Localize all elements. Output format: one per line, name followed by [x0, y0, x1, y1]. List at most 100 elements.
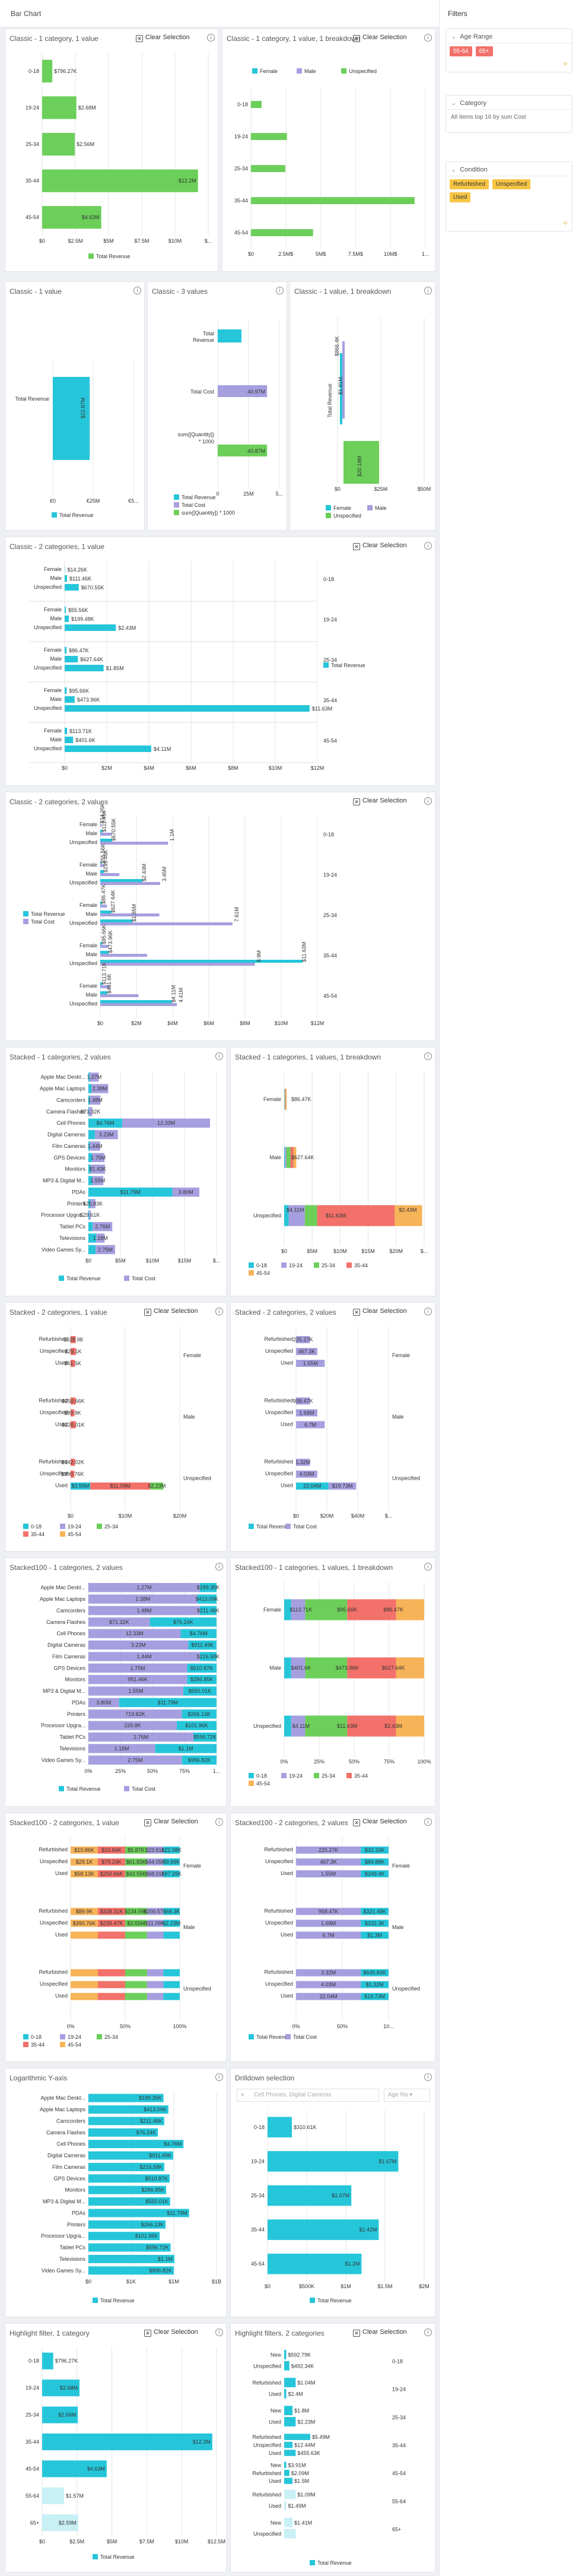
chip-condition-0[interactable]: Refurbished — [450, 179, 489, 189]
bar[interactable] — [42, 133, 75, 156]
bar[interactable] — [125, 1981, 147, 1988]
filter-condition[interactable]: ⌄ Condition Refurbished Unspecified Used ✧ — [446, 161, 572, 231]
legend-swatch[interactable] — [285, 2034, 291, 2039]
chip-age-0[interactable]: 55-64 — [450, 46, 472, 56]
chip-age-1[interactable]: 65+ — [476, 46, 493, 56]
bar[interactable] — [100, 905, 107, 908]
bar[interactable] — [163, 1969, 180, 1977]
bar[interactable] — [284, 2450, 295, 2456]
bar[interactable] — [286, 1089, 287, 1109]
bar[interactable] — [251, 165, 285, 172]
bar[interactable] — [284, 1715, 291, 1736]
bar[interactable] — [98, 1931, 125, 1939]
bar[interactable] — [100, 954, 147, 957]
legend-swatch[interactable] — [314, 1262, 319, 1268]
magic-wand-icon[interactable]: ✧ — [562, 60, 568, 68]
legend-swatch[interactable] — [249, 1270, 254, 1276]
bar[interactable] — [88, 1130, 95, 1139]
legend-swatch[interactable] — [124, 1786, 129, 1791]
bar[interactable] — [147, 1969, 164, 1977]
legend-swatch[interactable] — [297, 68, 302, 74]
filter-age-range[interactable]: ⌄ Age Range 55-64 65+ ✧ — [446, 28, 572, 72]
bar[interactable] — [284, 1147, 285, 1168]
legend-swatch[interactable] — [341, 68, 346, 74]
bar[interactable] — [100, 1000, 171, 1003]
legend-swatch[interactable] — [174, 494, 179, 500]
bar[interactable] — [251, 101, 262, 108]
bar[interactable] — [65, 728, 67, 734]
legend-swatch[interactable] — [60, 1531, 65, 1537]
legend-swatch[interactable] — [323, 662, 329, 668]
bar[interactable] — [88, 1245, 96, 1254]
bar[interactable] — [65, 665, 104, 671]
bar[interactable] — [100, 960, 303, 963]
legend-swatch[interactable] — [252, 68, 257, 74]
legend-swatch[interactable] — [97, 1524, 102, 1529]
legend-swatch[interactable] — [60, 2034, 65, 2039]
filter-category[interactable]: ⌄ Category All items top 16 by sum Cost — [446, 95, 572, 133]
bar[interactable] — [65, 616, 69, 622]
legend-swatch[interactable] — [60, 1524, 65, 1529]
legend-swatch[interactable] — [59, 1276, 64, 1281]
bar[interactable] — [163, 1993, 180, 2000]
bar[interactable] — [65, 696, 75, 703]
bar[interactable] — [147, 1981, 164, 1988]
legend-swatch[interactable] — [93, 2298, 98, 2303]
bar[interactable] — [71, 1993, 98, 2000]
bar[interactable] — [71, 1969, 98, 1977]
bar[interactable] — [147, 1993, 164, 2000]
drilldown-filter-input[interactable]: × Cell Phones, Digital Cameras — [237, 2089, 379, 2102]
bar[interactable] — [284, 2462, 287, 2468]
magic-wand-icon[interactable]: ✧ — [562, 219, 568, 227]
legend-swatch[interactable] — [281, 1262, 287, 1268]
chip-condition-1[interactable]: Unspecified — [492, 179, 530, 189]
bar[interactable] — [251, 197, 415, 204]
bar[interactable] — [100, 919, 132, 922]
bar[interactable] — [65, 705, 310, 712]
bar[interactable] — [284, 2490, 295, 2499]
bar[interactable] — [88, 1222, 93, 1231]
bar[interactable] — [100, 882, 160, 885]
legend-swatch[interactable] — [93, 2554, 98, 2559]
bar[interactable] — [284, 2501, 287, 2511]
legend-swatch[interactable] — [60, 2042, 65, 2047]
bar[interactable] — [65, 745, 151, 752]
legend-swatch[interactable] — [310, 2560, 315, 2565]
bar[interactable] — [65, 624, 116, 631]
bar[interactable] — [125, 1931, 147, 1939]
bar[interactable] — [100, 873, 119, 876]
bar[interactable] — [65, 687, 66, 694]
legend-swatch[interactable] — [52, 512, 57, 518]
close-icon[interactable]: × — [241, 2092, 244, 2098]
bar[interactable] — [285, 1147, 286, 1168]
legend-swatch[interactable] — [249, 1773, 254, 1778]
bar[interactable] — [147, 1931, 164, 1939]
legend-swatch[interactable] — [310, 2298, 315, 2303]
bar[interactable] — [65, 584, 79, 591]
bar[interactable] — [125, 1969, 147, 1977]
legend-swatch[interactable] — [23, 911, 28, 916]
bar[interactable] — [65, 607, 66, 613]
legend-swatch[interactable] — [124, 1276, 129, 1281]
bar[interactable] — [284, 2470, 290, 2476]
bar[interactable] — [284, 2434, 310, 2439]
bar[interactable] — [42, 2434, 212, 2450]
bar[interactable] — [125, 1993, 147, 2000]
bar[interactable] — [284, 2378, 295, 2387]
bar[interactable] — [285, 1089, 286, 1109]
legend-swatch[interactable] — [249, 1262, 254, 1268]
bar[interactable] — [98, 1981, 125, 1988]
chevron-icon[interactable]: ⌄ — [451, 100, 456, 107]
legend-swatch[interactable] — [174, 502, 179, 507]
chip-condition-2[interactable]: Used — [450, 192, 470, 202]
bar[interactable] — [284, 1657, 291, 1678]
bar[interactable] — [284, 2478, 292, 2484]
bar[interactable] — [100, 922, 233, 925]
drilldown-level-select[interactable]: Age Ra ▾ — [384, 2089, 430, 2102]
bar[interactable] — [284, 2518, 292, 2527]
bar[interactable] — [42, 96, 77, 119]
legend-swatch[interactable] — [88, 253, 94, 259]
legend-swatch[interactable] — [281, 1773, 287, 1778]
bar[interactable] — [284, 2389, 287, 2399]
legend-swatch[interactable] — [314, 1773, 319, 1778]
